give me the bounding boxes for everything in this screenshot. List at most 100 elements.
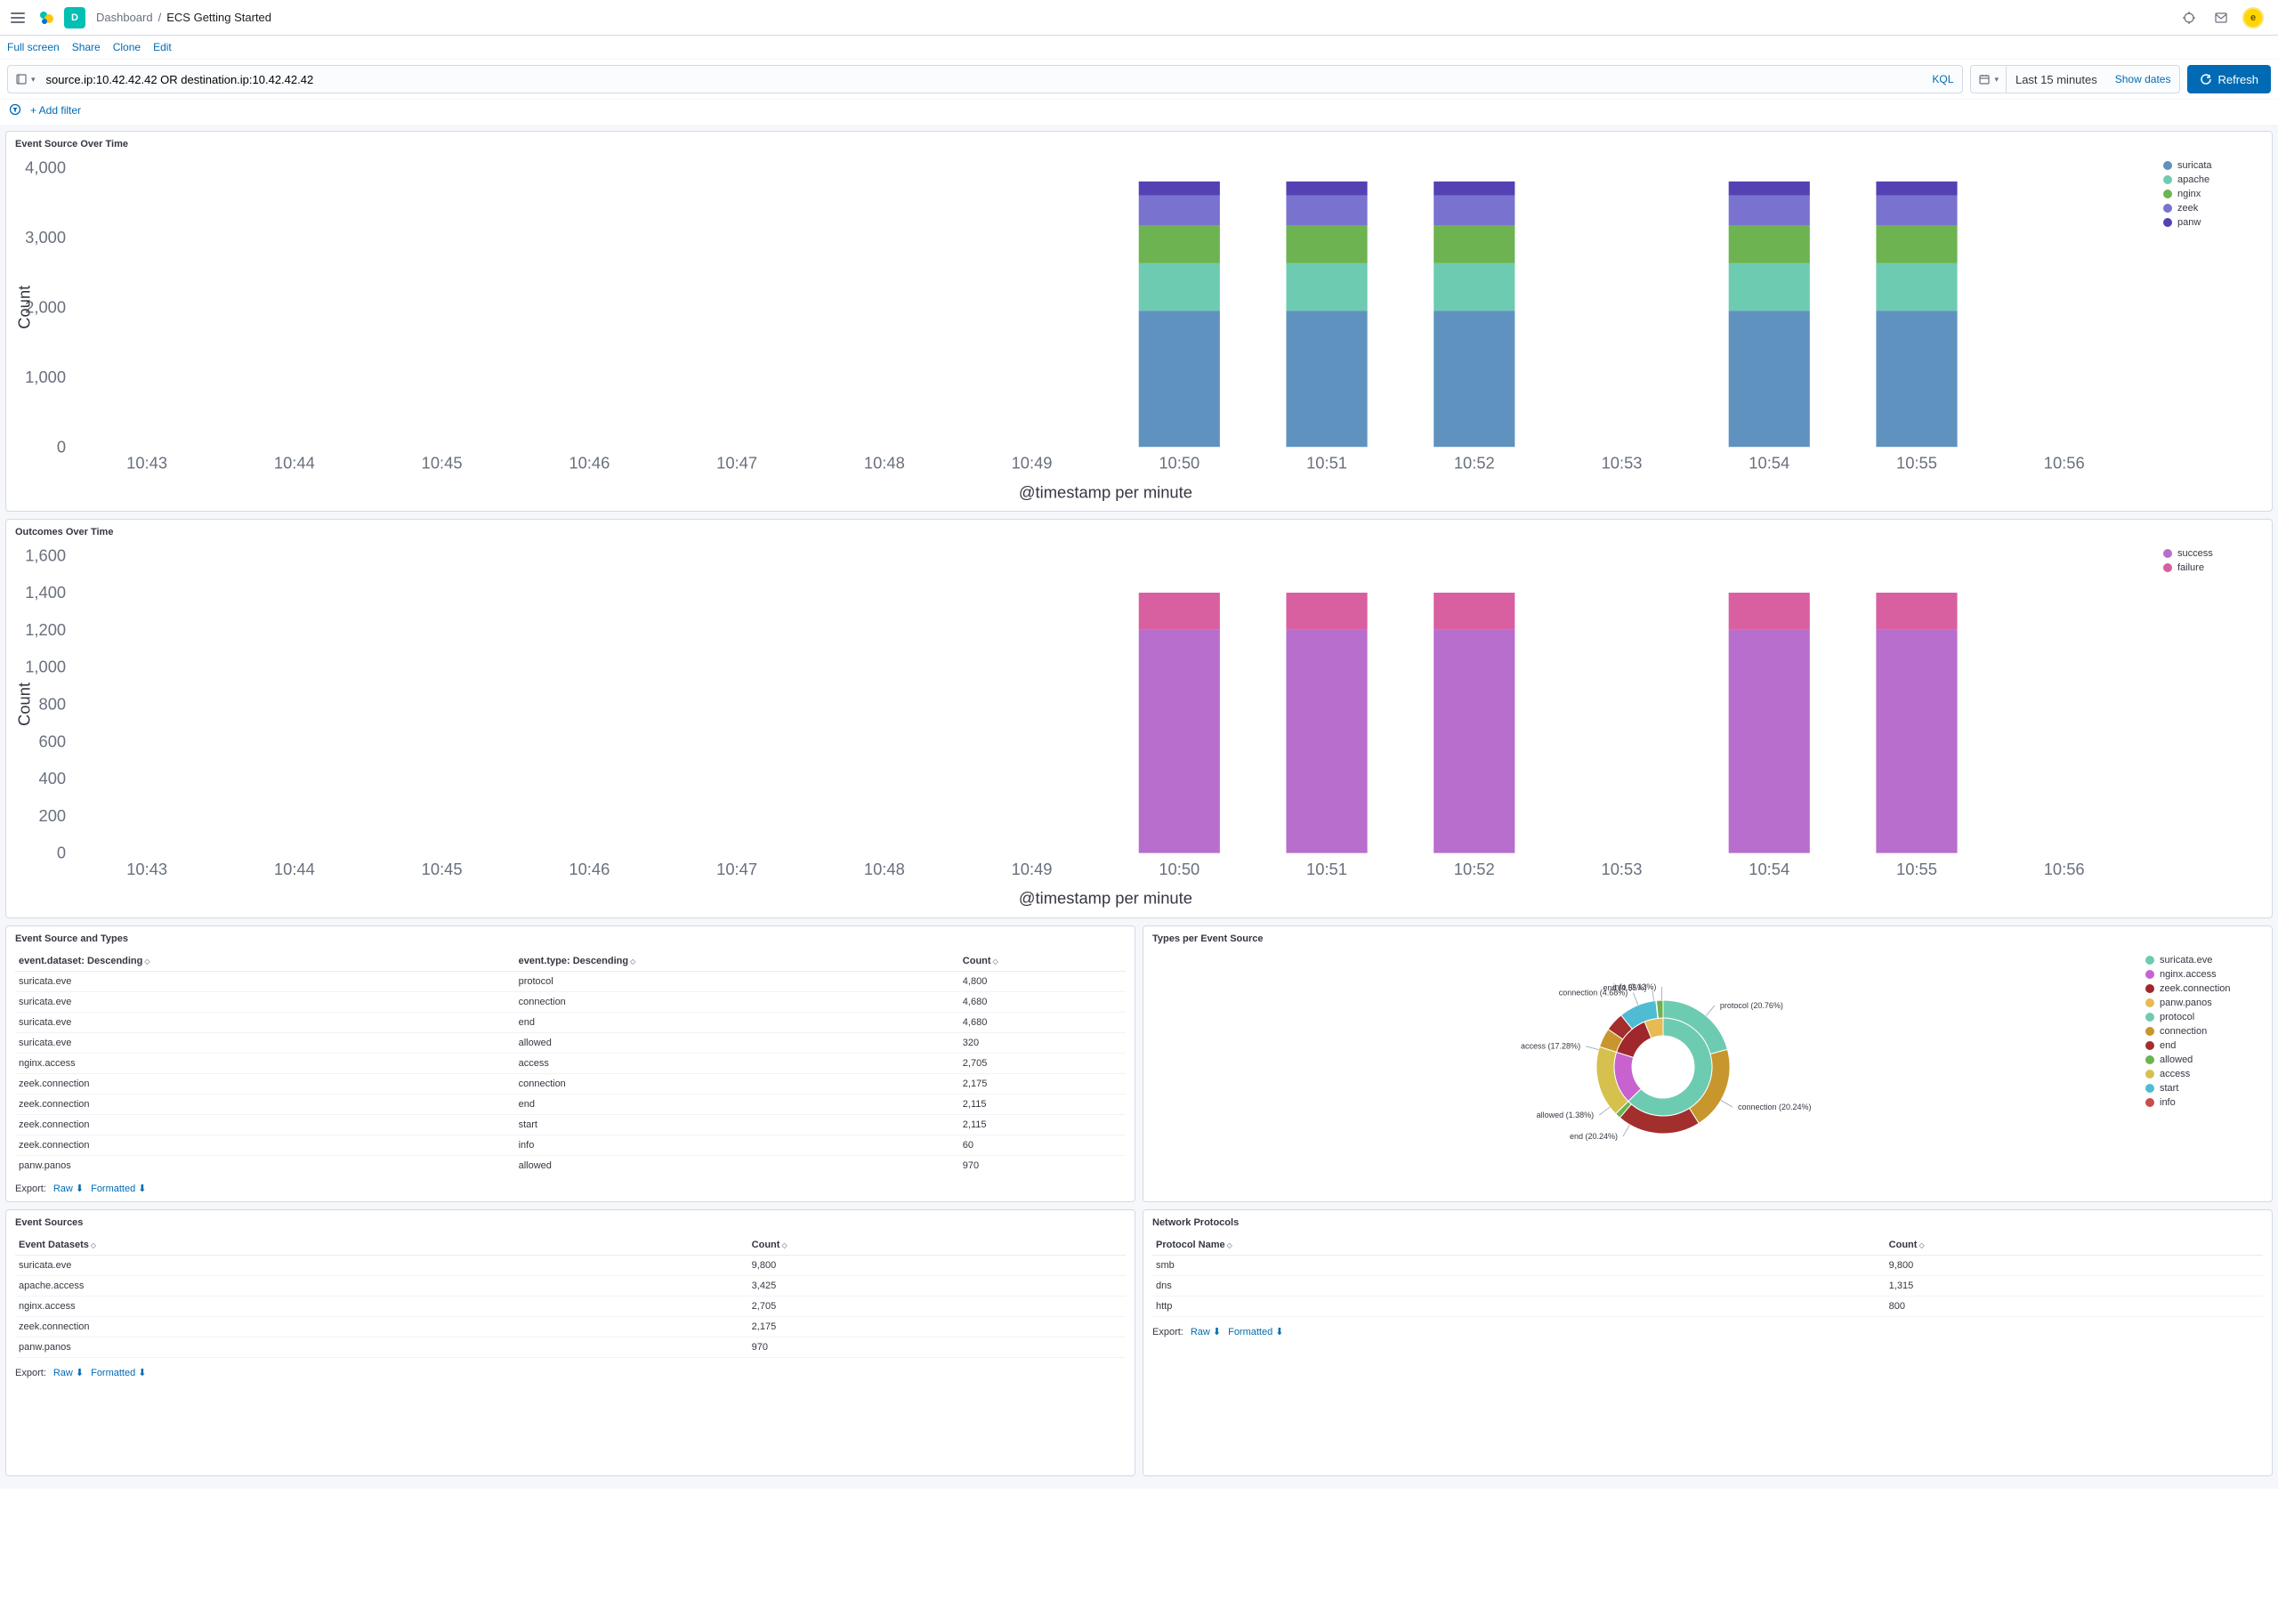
panel-title: Event Source and Types	[15, 933, 1126, 944]
legend-item[interactable]: nginx	[2163, 189, 2263, 199]
refresh-button[interactable]: Refresh	[2187, 65, 2271, 93]
table-row[interactable]: zeek.connectioninfo60	[15, 1135, 1126, 1156]
refresh-label: Refresh	[2217, 73, 2258, 86]
mail-icon[interactable]	[2210, 7, 2232, 28]
query-language-switch[interactable]: KQL	[1932, 73, 1962, 85]
table-row[interactable]: suricata.eveallowed320	[15, 1033, 1126, 1054]
table-row[interactable]: http800	[1152, 1297, 2263, 1317]
export-raw-link[interactable]: Raw ⬇	[53, 1183, 84, 1194]
table-row[interactable]: zeek.connectionconnection2,175	[15, 1074, 1126, 1095]
svg-text:10:55: 10:55	[1896, 860, 1937, 878]
clone-link[interactable]: Clone	[113, 41, 141, 53]
show-dates-link[interactable]: Show dates	[2106, 73, 2180, 85]
query-input[interactable]	[43, 73, 1933, 86]
download-icon: ⬇	[1275, 1326, 1283, 1337]
export-formatted-link[interactable]: Formatted ⬇	[1228, 1326, 1283, 1337]
app-badge[interactable]: D	[64, 7, 85, 28]
panel-title: Network Protocols	[1152, 1217, 2263, 1228]
legend-item[interactable]: success	[2163, 548, 2263, 559]
share-link[interactable]: Share	[72, 41, 101, 53]
full-screen-link[interactable]: Full screen	[7, 41, 60, 53]
svg-text:end (20.24%): end (20.24%)	[1570, 1132, 1618, 1141]
legend-item[interactable]: zeek.connection	[2145, 983, 2263, 994]
table-row[interactable]: suricata.eveend4,680	[15, 1013, 1126, 1033]
table-row[interactable]: zeek.connection2,175	[15, 1317, 1126, 1337]
legend-item[interactable]: access	[2145, 1069, 2263, 1079]
table-row[interactable]: zeek.connectionend2,115	[15, 1095, 1126, 1115]
table-row[interactable]: zeek.connectionstart2,115	[15, 1115, 1126, 1135]
legend-item[interactable]: connection	[2145, 1026, 2263, 1037]
panel-network-protocols: Network Protocols Protocol Name◇Count◇ s…	[1143, 1209, 2273, 1476]
legend-item[interactable]: protocol	[2145, 1012, 2263, 1022]
svg-text:1,000: 1,000	[25, 658, 66, 676]
column-header[interactable]: Count◇	[1886, 1235, 2263, 1256]
nav-toggle[interactable]	[7, 7, 28, 28]
legend-item[interactable]: nginx.access	[2145, 969, 2263, 980]
table-row[interactable]: suricata.eveprotocol4,800	[15, 972, 1126, 992]
table-row[interactable]: panw.panosallowed970	[15, 1156, 1126, 1175]
svg-text:10:51: 10:51	[1306, 860, 1347, 878]
legend-item[interactable]: panw.panos	[2145, 998, 2263, 1008]
target-icon[interactable]	[2178, 7, 2200, 28]
download-icon: ⬇	[138, 1367, 146, 1378]
breadcrumb-parent[interactable]: Dashboard	[96, 11, 153, 24]
table-row[interactable]: panw.panos970	[15, 1337, 1126, 1358]
table-row[interactable]: dns1,315	[1152, 1276, 2263, 1297]
table-row[interactable]: suricata.eveconnection4,680	[15, 992, 1126, 1013]
add-filter-link[interactable]: + Add filter	[30, 104, 81, 117]
table-row[interactable]: nginx.access2,705	[15, 1297, 1126, 1317]
column-header[interactable]: event.dataset: Descending◇	[15, 951, 515, 972]
saved-query-button[interactable]: ▾	[8, 73, 43, 85]
table-row[interactable]: nginx.accessaccess2,705	[15, 1054, 1126, 1074]
dashboard-body: Event Source Over Time 01,0002,0003,0004…	[0, 125, 2278, 1489]
svg-text:Count: Count	[15, 683, 33, 726]
legend-event-source: suricata apache nginx zeek panw	[2156, 157, 2263, 504]
export-row: Export: Raw ⬇ Formatted ⬇	[15, 1183, 1126, 1194]
legend-item[interactable]: info	[2145, 1097, 2263, 1108]
export-formatted-link[interactable]: Formatted ⬇	[91, 1367, 146, 1378]
table-row[interactable]: apache.access3,425	[15, 1276, 1126, 1297]
column-header[interactable]: Count◇	[748, 1235, 1126, 1256]
legend-item[interactable]: failure	[2163, 562, 2263, 573]
svg-text:10:52: 10:52	[1454, 454, 1495, 473]
chart-donut: info (0.13%)end (4.55%)connection (4.68%…	[1467, 951, 1823, 1183]
legend-item[interactable]: end	[2145, 1040, 2263, 1051]
legend-item[interactable]: allowed	[2145, 1054, 2263, 1065]
table-row[interactable]: smb9,800	[1152, 1256, 2263, 1276]
column-header[interactable]: event.type: Descending◇	[515, 951, 959, 972]
export-raw-link[interactable]: Raw ⬇	[1191, 1326, 1221, 1337]
export-raw-link[interactable]: Raw ⬇	[53, 1367, 84, 1378]
export-formatted-link[interactable]: Formatted ⬇	[91, 1183, 146, 1194]
filter-options-icon[interactable]	[9, 103, 23, 117]
legend-item[interactable]: zeek	[2163, 203, 2263, 214]
svg-text:10:47: 10:47	[716, 454, 757, 473]
legend-item[interactable]: panw	[2163, 217, 2263, 228]
svg-text:10:49: 10:49	[1012, 860, 1053, 878]
svg-text:10:51: 10:51	[1306, 454, 1347, 473]
dashboard-toolbar: Full screen Share Clone Edit	[0, 36, 2278, 60]
legend-item[interactable]: suricata.eve	[2145, 955, 2263, 966]
edit-link[interactable]: Edit	[153, 41, 172, 53]
legend-item[interactable]: start	[2145, 1083, 2263, 1094]
table-event-sources: Event Datasets◇Count◇ suricata.eve9,800a…	[15, 1235, 1126, 1358]
svg-text:200: 200	[39, 806, 67, 825]
svg-text:access (17.28%): access (17.28%)	[1521, 1042, 1580, 1051]
svg-text:@timestamp per minute: @timestamp per minute	[1019, 889, 1192, 908]
user-avatar[interactable]: e	[2242, 7, 2264, 28]
legend-item[interactable]: apache	[2163, 174, 2263, 185]
legend-item[interactable]: suricata	[2163, 160, 2263, 171]
panel-event-source-types: Event Source and Types event.dataset: De…	[5, 925, 1135, 1202]
column-header[interactable]: Event Datasets◇	[15, 1235, 748, 1256]
table-source-types: event.dataset: Descending◇event.type: De…	[15, 951, 1126, 1174]
svg-text:10:44: 10:44	[274, 454, 315, 473]
time-picker[interactable]: ▾ Last 15 minutes Show dates	[1970, 65, 2180, 93]
column-header[interactable]: Protocol Name◇	[1152, 1235, 1886, 1256]
svg-text:1,000: 1,000	[25, 368, 66, 386]
svg-text:800: 800	[39, 695, 67, 714]
calendar-icon[interactable]: ▾	[1971, 66, 2007, 93]
elastic-logo-icon[interactable]	[36, 7, 57, 28]
table-row[interactable]: suricata.eve9,800	[15, 1256, 1126, 1276]
svg-text:10:55: 10:55	[1896, 454, 1937, 473]
column-header[interactable]: Count◇	[959, 951, 1126, 972]
app-header: D Dashboard / ECS Getting Started e	[0, 0, 2278, 36]
